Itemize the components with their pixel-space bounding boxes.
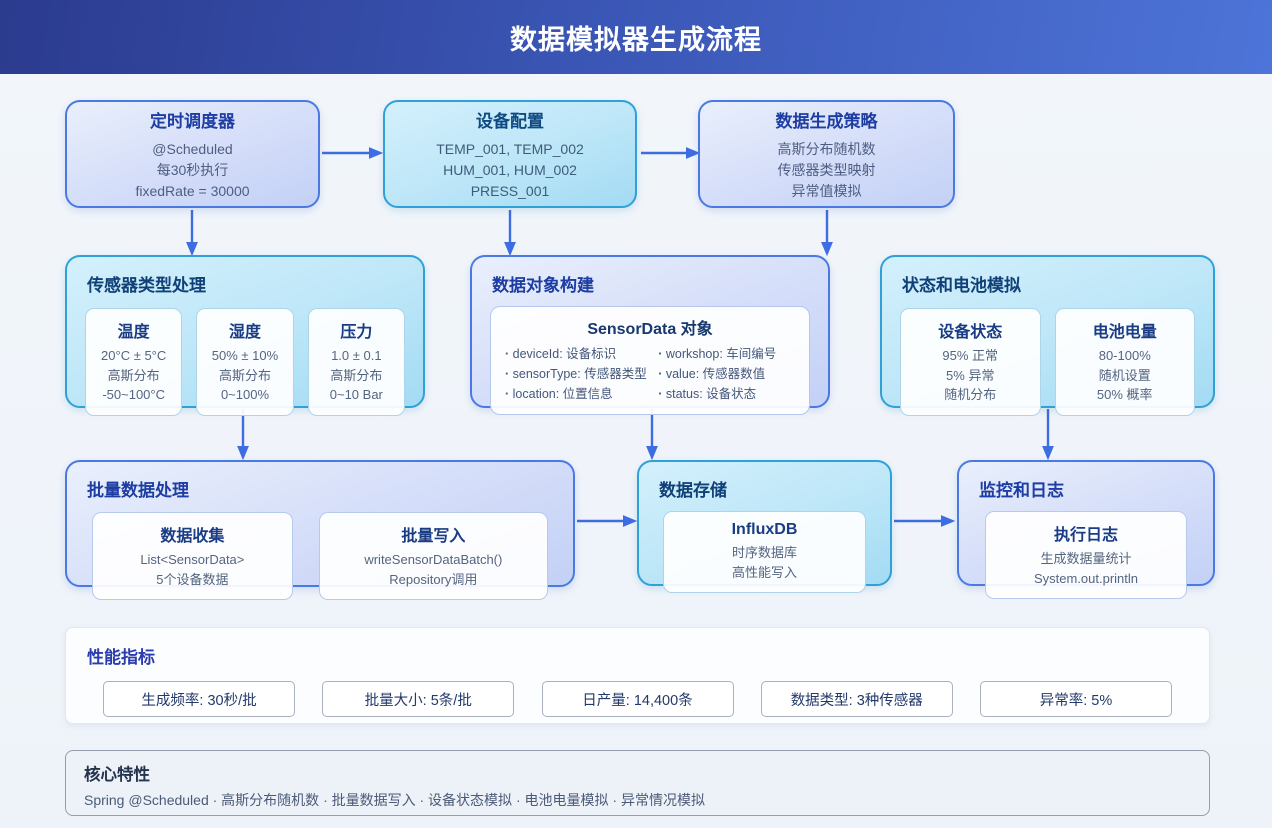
node-scheduler: 定时调度器 @Scheduled 每30秒执行 fixedRate = 3000…	[65, 100, 320, 208]
node-line: TEMP_001, TEMP_002	[436, 139, 584, 160]
card-line: 生成数据量统计	[990, 549, 1182, 569]
card-title: 执行日志	[990, 521, 1182, 545]
field-item: deviceId: 设备标识	[505, 344, 658, 364]
field-item: value: 传感器数值	[658, 364, 795, 384]
card-exec-log: 执行日志 生成数据量统计 System.out.println	[985, 511, 1187, 599]
metrics-row: 生成频率: 30秒/批 批量大小: 5条/批 日产量: 14,400条 数据类型…	[66, 668, 1209, 717]
card-temperature: 温度 20°C ± 5°C 高斯分布 -50~100°C	[85, 308, 182, 416]
page-header: 数据模拟器生成流程	[0, 0, 1272, 74]
node-title: 数据生成策略	[776, 107, 878, 132]
card-line: 高斯分布	[90, 366, 177, 386]
node-title: 状态和电池模拟	[882, 257, 1213, 296]
card-device-status: 设备状态 95% 正常 5% 异常 随机分布	[900, 308, 1041, 416]
card-line: 5% 异常	[905, 366, 1036, 386]
field-item: location: 位置信息	[505, 384, 658, 404]
card-title: SensorData 对象	[505, 315, 795, 339]
node-line: HUM_001, HUM_002	[443, 160, 577, 181]
node-line: 异常值模拟	[792, 181, 862, 202]
card-line: 高性能写入	[668, 563, 861, 583]
field-item: sensorType: 传感器类型	[505, 364, 658, 384]
card-line: Repository调用	[324, 570, 543, 590]
card-line: 1.0 ± 0.1	[313, 346, 400, 366]
metric-daily-output: 日产量: 14,400条	[542, 681, 734, 717]
field-item: workshop: 车间编号	[658, 344, 795, 364]
card-title: 电池电量	[1060, 318, 1191, 342]
card-line: 0~100%	[201, 385, 288, 405]
node-title: 数据对象构建	[472, 257, 828, 296]
card-line: 时序数据库	[668, 543, 861, 563]
node-line: 传感器类型映射	[778, 160, 876, 181]
card-title: 温度	[90, 318, 177, 342]
node-device-config: 设备配置 TEMP_001, TEMP_002 HUM_001, HUM_002…	[383, 100, 637, 208]
node-line: @Scheduled	[152, 139, 232, 160]
node-title: 传感器类型处理	[67, 257, 423, 296]
card-title: 数据收集	[97, 522, 288, 546]
card-title: InfluxDB	[668, 521, 861, 539]
metrics-panel: 性能指标 生成频率: 30秒/批 批量大小: 5条/批 日产量: 14,400条…	[65, 627, 1210, 724]
card-line: 高斯分布	[201, 366, 288, 386]
node-line: fixedRate = 30000	[135, 181, 249, 202]
card-title: 设备状态	[905, 318, 1036, 342]
card-line: 50% 概率	[1060, 385, 1191, 405]
card-sensordata-object: SensorData 对象 deviceId: 设备标识 sensorType:…	[490, 306, 810, 415]
card-line: 随机分布	[905, 385, 1036, 405]
node-title: 监控和日志	[959, 462, 1213, 501]
metric-data-types: 数据类型: 3种传感器	[761, 681, 953, 717]
features-panel: 核心特性 Spring @Scheduled · 高斯分布随机数 · 批量数据写…	[65, 750, 1210, 816]
card-humidity: 湿度 50% ± 10% 高斯分布 0~100%	[196, 308, 293, 416]
card-pressure: 压力 1.0 ± 0.1 高斯分布 0~10 Bar	[308, 308, 405, 416]
node-gen-strategy: 数据生成策略 高斯分布随机数 传感器类型映射 异常值模拟	[698, 100, 955, 208]
node-line: 高斯分布随机数	[778, 139, 876, 160]
node-batch-processing: 批量数据处理 数据收集 List<SensorData> 5个设备数据 批量写入…	[65, 460, 575, 587]
card-line: 高斯分布	[313, 366, 400, 386]
metrics-title: 性能指标	[87, 643, 1209, 668]
node-storage: 数据存储 InfluxDB 时序数据库 高性能写入	[637, 460, 892, 586]
card-line: 20°C ± 5°C	[90, 346, 177, 366]
metric-batch-size: 批量大小: 5条/批	[322, 681, 514, 717]
card-line: -50~100°C	[90, 385, 177, 405]
card-battery-level: 电池电量 80-100% 随机设置 50% 概率	[1055, 308, 1196, 416]
card-title: 湿度	[201, 318, 288, 342]
metric-gen-frequency: 生成频率: 30秒/批	[103, 681, 295, 717]
card-title: 批量写入	[324, 522, 543, 546]
page-title: 数据模拟器生成流程	[510, 18, 762, 57]
metric-anomaly-rate: 异常率: 5%	[980, 681, 1172, 717]
card-line: 50% ± 10%	[201, 346, 288, 366]
node-monitoring: 监控和日志 执行日志 生成数据量统计 System.out.println	[957, 460, 1215, 586]
card-line: 5个设备数据	[97, 570, 288, 590]
card-line: 80-100%	[1060, 346, 1191, 366]
card-batch-write: 批量写入 writeSensorDataBatch() Repository调用	[319, 512, 548, 600]
field-list-right: workshop: 车间编号 value: 传感器数值 status: 设备状态	[658, 344, 795, 404]
node-title: 定时调度器	[150, 107, 235, 132]
card-line: writeSensorDataBatch()	[324, 550, 543, 570]
node-title: 批量数据处理	[67, 462, 573, 501]
card-influxdb: InfluxDB 时序数据库 高性能写入	[663, 511, 866, 593]
field-list-left: deviceId: 设备标识 sensorType: 传感器类型 locatio…	[505, 344, 658, 404]
node-object-build: 数据对象构建 SensorData 对象 deviceId: 设备标识 sens…	[470, 255, 830, 408]
node-sensor-processing: 传感器类型处理 温度 20°C ± 5°C 高斯分布 -50~100°C 湿度 …	[65, 255, 425, 408]
node-title: 数据存储	[639, 462, 890, 501]
card-line: System.out.println	[990, 569, 1182, 589]
card-line: 随机设置	[1060, 366, 1191, 386]
node-status-battery: 状态和电池模拟 设备状态 95% 正常 5% 异常 随机分布 电池电量 80-1…	[880, 255, 1215, 408]
card-line: List<SensorData>	[97, 550, 288, 570]
card-title: 压力	[313, 318, 400, 342]
node-line: PRESS_001	[471, 181, 550, 202]
field-item: status: 设备状态	[658, 384, 795, 404]
card-line: 0~10 Bar	[313, 385, 400, 405]
features-text: Spring @Scheduled · 高斯分布随机数 · 批量数据写入 · 设…	[84, 790, 1191, 810]
card-data-collect: 数据收集 List<SensorData> 5个设备数据	[92, 512, 293, 600]
node-title: 设备配置	[476, 107, 544, 132]
features-title: 核心特性	[84, 761, 1191, 785]
node-line: 每30秒执行	[157, 160, 229, 181]
card-line: 95% 正常	[905, 346, 1036, 366]
